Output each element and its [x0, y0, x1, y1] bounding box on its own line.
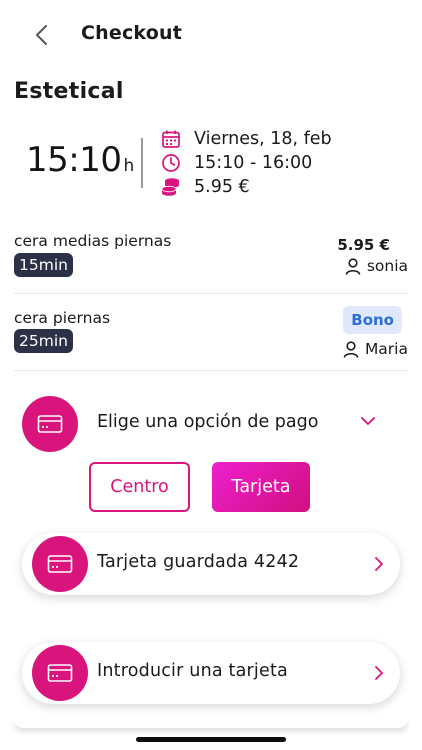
service-item: cera medias piernas 15min 5.95 € sonia — [14, 230, 408, 286]
bono-badge: Bono — [343, 306, 402, 334]
chevron-right-icon — [372, 554, 386, 574]
credit-card-icon — [47, 555, 73, 573]
card-icon-circle — [32, 536, 88, 592]
service-name: cera piernas — [14, 309, 111, 327]
credit-card-icon — [47, 664, 73, 682]
price-text: 5.95 € — [194, 177, 250, 197]
time-value: 15:10 — [26, 140, 122, 180]
service-price: 5.95 € — [337, 236, 390, 254]
saved-card-item[interactable]: Tarjeta guardada 4242 — [22, 533, 400, 595]
divider — [14, 293, 408, 294]
page-title: Checkout — [81, 22, 183, 44]
time-range-row: 15:10 - 16:00 — [160, 152, 312, 174]
divider — [14, 370, 408, 371]
chevron-left-icon — [36, 25, 47, 45]
saved-card-label: Tarjeta guardada 4242 — [97, 552, 300, 572]
salon-name: Estetical — [14, 79, 124, 104]
divider — [141, 138, 143, 188]
credit-card-icon — [37, 415, 63, 433]
payment-option-dropdown[interactable]: Elige una opción de pago — [22, 396, 400, 452]
new-card-item[interactable]: Introducir una tarjeta — [22, 642, 400, 704]
date-text: Viernes, 18, feb — [194, 129, 332, 149]
back-button[interactable] — [28, 22, 54, 48]
home-indicator[interactable] — [136, 737, 286, 742]
new-card-label: Introducir una tarjeta — [97, 661, 288, 681]
time-suffix: h — [123, 156, 135, 176]
calendar-icon — [160, 128, 182, 150]
staff-name: Maria — [364, 340, 408, 358]
staff-label: sonia — [344, 257, 408, 275]
chevron-down-icon — [359, 414, 377, 428]
time-range-text: 15:10 - 16:00 — [194, 153, 313, 173]
person-icon — [342, 340, 360, 358]
service-item: cera piernas 25min Bono Maria — [14, 306, 408, 362]
panel-bottom-edge — [14, 718, 408, 728]
date-row: Viernes, 18, feb — [160, 128, 332, 150]
card-icon-circle — [22, 396, 78, 452]
staff-name: sonia — [366, 257, 408, 275]
service-name: cera medias piernas — [14, 232, 172, 250]
option-tarjeta-button[interactable]: Tarjeta — [212, 462, 310, 512]
card-icon-circle — [32, 645, 88, 701]
payment-option-label: Elige una opción de pago — [97, 412, 319, 432]
duration-badge: 15min — [14, 253, 73, 277]
chevron-right-icon — [372, 663, 386, 683]
price-row: 5.95 € — [160, 176, 250, 198]
duration-badge: 25min — [14, 329, 73, 353]
clock-icon — [160, 152, 182, 174]
person-icon — [344, 257, 362, 275]
staff-label: Maria — [342, 340, 408, 358]
header: Checkout — [0, 0, 422, 70]
coins-icon — [160, 176, 182, 198]
appointment-time: 15:10 h — [26, 140, 134, 180]
option-centro-button[interactable]: Centro — [89, 462, 190, 512]
